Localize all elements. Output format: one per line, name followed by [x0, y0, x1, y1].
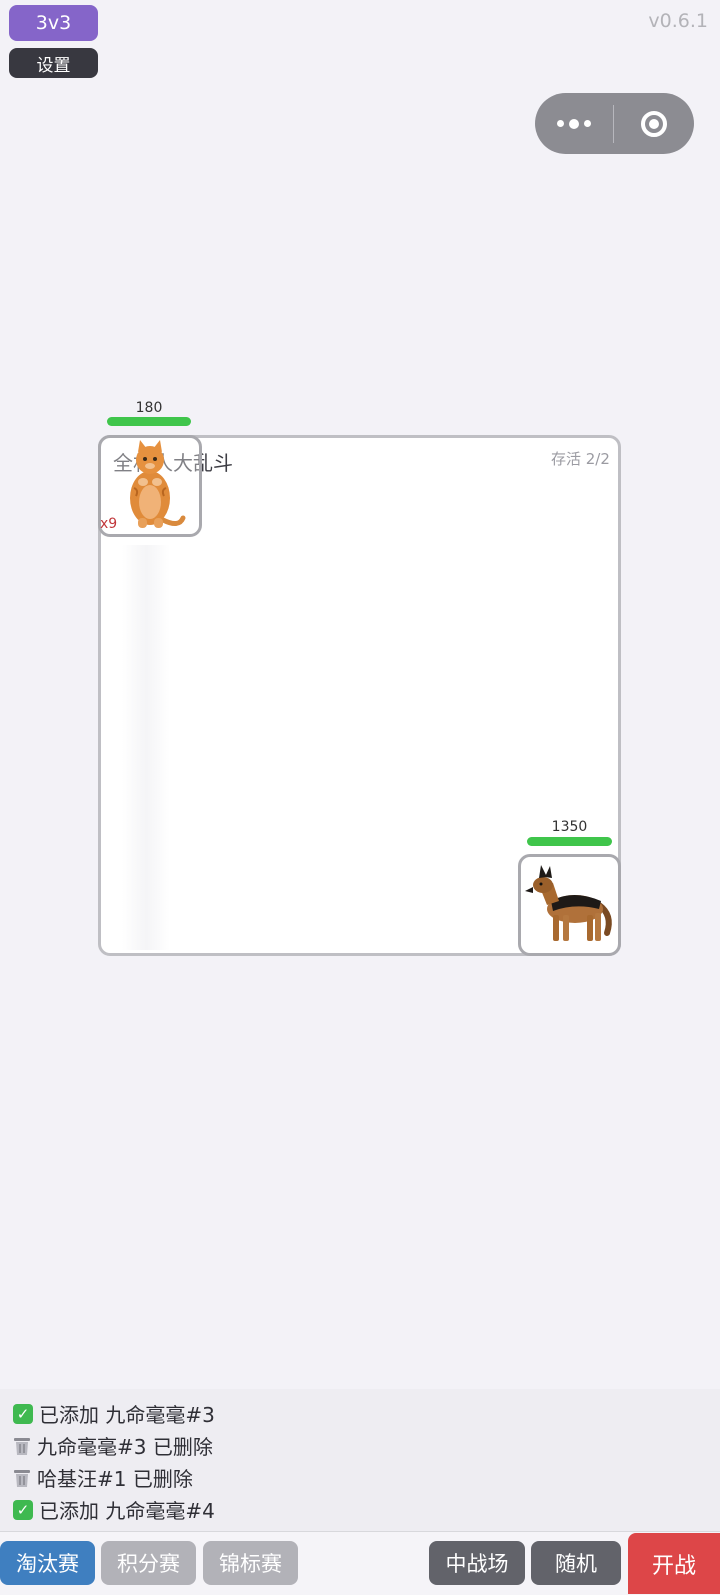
log-line: 哈基汪#1 已删除: [13, 1463, 193, 1492]
dog-hp-label: 1350: [551, 819, 588, 835]
log-line: ✓ 已添加 九命毫毫#3: [13, 1399, 215, 1428]
cat-multiplier: x9: [100, 516, 118, 532]
check-icon: ✓: [13, 1499, 33, 1520]
dog-hp-bar: [527, 837, 612, 846]
trash-icon: [14, 1469, 30, 1487]
target-circle-icon[interactable]: [614, 93, 694, 154]
log-text: 已添加 九命毫毫#3: [39, 1403, 215, 1427]
start-battle-button[interactable]: 开战: [628, 1533, 720, 1594]
tab-championship[interactable]: 锦标赛: [203, 1541, 298, 1585]
survivor-count: 存活 2/2: [551, 450, 610, 468]
check-icon: ✓: [13, 1403, 33, 1424]
arena-size-button[interactable]: 中战场: [429, 1541, 525, 1585]
log-line: ✓ 已添加 九命毫毫#4: [13, 1495, 215, 1524]
cat-hp-label: 180: [135, 400, 163, 416]
miniprogram-capsule: [535, 93, 694, 154]
log-text: 已添加 九命毫毫#4: [39, 1499, 215, 1523]
trash-icon: [14, 1437, 30, 1455]
german-shepherd-icon: [525, 865, 612, 941]
more-dots-icon[interactable]: [535, 93, 613, 154]
log-text: 哈基汪#1 已删除: [37, 1467, 193, 1491]
dog-fighter[interactable]: [518, 854, 621, 956]
random-button[interactable]: 随机: [531, 1541, 621, 1585]
tab-knockout[interactable]: 淘汰赛: [0, 1541, 95, 1585]
settings-button[interactable]: 设置: [9, 48, 98, 78]
cat-hp-bar: [107, 417, 191, 426]
tab-points[interactable]: 积分赛: [101, 1541, 196, 1585]
version-label: v0.6.1: [648, 10, 708, 32]
log-line: 九命毫毫#3 已删除: [13, 1431, 213, 1460]
log-text: 九命毫毫#3 已删除: [37, 1435, 213, 1459]
team-mode-button[interactable]: 3v3: [9, 5, 98, 41]
arena-motion-streak: [122, 545, 170, 950]
